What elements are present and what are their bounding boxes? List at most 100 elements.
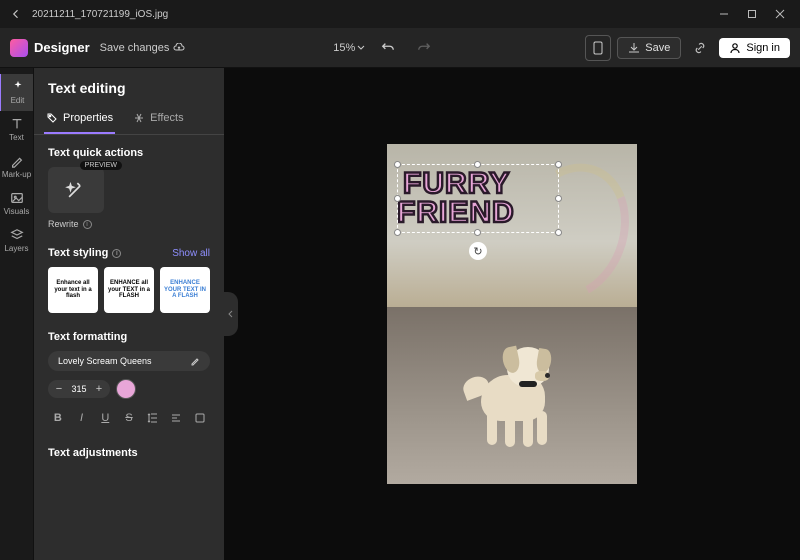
effects-icon	[133, 112, 145, 124]
rail-label: Edit	[11, 96, 25, 105]
redo-button[interactable]	[411, 35, 437, 61]
text-styling-title: Text styling i	[48, 247, 121, 259]
signin-label: Sign in	[746, 42, 780, 54]
italic-button[interactable]: I	[72, 407, 92, 429]
resize-handle-tl[interactable]	[394, 161, 401, 168]
bold-button[interactable]: B	[48, 407, 68, 429]
rail-item-visuals[interactable]: Visuals	[0, 185, 34, 222]
panel-body: Text quick actions PREVIEW Rewrite i Tex…	[34, 135, 224, 560]
strikethrough-button[interactable]: S	[119, 407, 139, 429]
photo-dog	[457, 331, 567, 451]
chevron-left-icon	[227, 309, 235, 319]
window-titlebar: 20211211_170721199_iOS.jpg	[0, 0, 800, 28]
resize-handle-bl[interactable]	[394, 229, 401, 236]
markup-icon	[10, 154, 24, 168]
rail-item-layers[interactable]: Layers	[0, 222, 34, 259]
rail-item-text[interactable]: Text	[0, 111, 34, 148]
text-adjustments-title: Text adjustments	[48, 447, 210, 459]
window-filename: 20211211_170721199_iOS.jpg	[32, 9, 168, 20]
signin-button[interactable]: Sign in	[719, 38, 790, 58]
resize-handle-tm[interactable]	[474, 161, 481, 168]
font-size-stepper[interactable]: − 315 +	[48, 380, 110, 398]
minimize-icon	[719, 9, 729, 19]
properties-icon	[46, 112, 58, 124]
rewrite-label-row: Rewrite i	[48, 219, 210, 229]
resize-handle-mr[interactable]	[555, 195, 562, 202]
font-family-select[interactable]: Lovely Scream Queens	[48, 351, 210, 371]
resize-handle-tr[interactable]	[555, 161, 562, 168]
rewrite-wand-icon	[65, 179, 87, 201]
visuals-icon	[10, 191, 24, 205]
rewrite-quick-action[interactable]: PREVIEW	[48, 167, 104, 213]
zoom-dropdown[interactable]: 15%	[333, 42, 365, 54]
rotate-handle[interactable]: ↻	[469, 242, 487, 260]
rewrite-label: Rewrite	[48, 219, 79, 229]
maximize-icon	[747, 9, 757, 19]
selection-outline: ↻	[397, 164, 559, 233]
back-button[interactable]	[6, 8, 26, 20]
more-format-button[interactable]	[190, 407, 210, 429]
text-formatting-title: Text formatting	[48, 331, 210, 343]
layers-icon	[10, 228, 24, 242]
style-card-3[interactable]: ENHANCE YOUR TEXT IN A FLASH	[160, 267, 210, 313]
text-styling-label: Text styling	[48, 247, 108, 259]
close-button[interactable]	[766, 3, 794, 25]
undo-button[interactable]	[375, 35, 401, 61]
underline-button[interactable]: U	[95, 407, 115, 429]
size-increase-button[interactable]: +	[92, 383, 106, 395]
info-icon[interactable]: i	[83, 220, 92, 229]
format-icons-row: B I U S	[48, 407, 210, 429]
brand-name: Designer	[34, 40, 90, 55]
style-card-2[interactable]: ENHANCE all your TEXT in a FLASH	[104, 267, 154, 313]
chevron-down-icon	[357, 44, 365, 52]
redo-icon	[417, 41, 431, 55]
rail-item-edit[interactable]: Edit	[0, 74, 33, 111]
style-card-1[interactable]: Enhance all your text in a flash	[48, 267, 98, 313]
device-preview-button[interactable]	[585, 35, 611, 61]
size-decrease-button[interactable]: −	[52, 383, 66, 395]
arrow-left-icon	[10, 8, 22, 20]
main-area: Edit Text Mark-up Visuals Layers Text ed…	[0, 68, 800, 560]
left-rail: Edit Text Mark-up Visuals Layers	[0, 68, 34, 560]
canvas-image[interactable]: ↻ FURRY FRIEND	[387, 144, 637, 484]
save-button-label: Save	[645, 42, 670, 54]
font-size-value: 315	[68, 384, 90, 394]
resize-handle-br[interactable]	[555, 229, 562, 236]
maximize-button[interactable]	[738, 3, 766, 25]
tab-properties[interactable]: Properties	[44, 104, 115, 134]
tab-effects[interactable]: Effects	[131, 104, 185, 134]
brand: Designer	[10, 39, 90, 57]
font-name: Lovely Scream Queens	[58, 356, 152, 366]
text-color-swatch[interactable]	[116, 379, 136, 399]
resize-handle-bm[interactable]	[474, 229, 481, 236]
save-changes-label: Save changes	[100, 42, 170, 54]
phone-icon	[593, 41, 603, 55]
panel-collapse-handle[interactable]	[224, 292, 238, 336]
designer-logo-icon	[10, 39, 28, 57]
close-icon	[775, 9, 785, 19]
style-cards-row: Enhance all your text in a flash ENHANCE…	[48, 267, 210, 313]
app-toolbar: Designer Save changes 15% Save Sign in	[0, 28, 800, 68]
canvas-area[interactable]: ↻ FURRY FRIEND	[224, 68, 800, 560]
undo-icon	[381, 41, 395, 55]
line-spacing-button[interactable]	[143, 407, 163, 429]
minimize-button[interactable]	[710, 3, 738, 25]
save-changes-link[interactable]: Save changes	[100, 42, 186, 54]
resize-handle-ml[interactable]	[394, 195, 401, 202]
link-icon	[693, 41, 707, 55]
show-all-link[interactable]: Show all	[172, 248, 210, 259]
selected-text-object[interactable]: ↻ FURRY FRIEND	[403, 170, 553, 227]
rail-item-markup[interactable]: Mark-up	[0, 148, 34, 185]
person-icon	[729, 42, 741, 54]
sparkle-edit-icon	[11, 80, 25, 94]
info-icon[interactable]: i	[112, 249, 121, 258]
link-button[interactable]	[687, 35, 713, 61]
rail-label: Text	[9, 133, 24, 142]
save-button[interactable]: Save	[617, 37, 681, 59]
tab-properties-label: Properties	[63, 112, 113, 124]
edit-pencil-icon	[190, 356, 200, 366]
align-button[interactable]	[167, 407, 187, 429]
tab-effects-label: Effects	[150, 112, 183, 124]
rail-label: Layers	[4, 244, 28, 253]
rail-label: Mark-up	[2, 170, 31, 179]
